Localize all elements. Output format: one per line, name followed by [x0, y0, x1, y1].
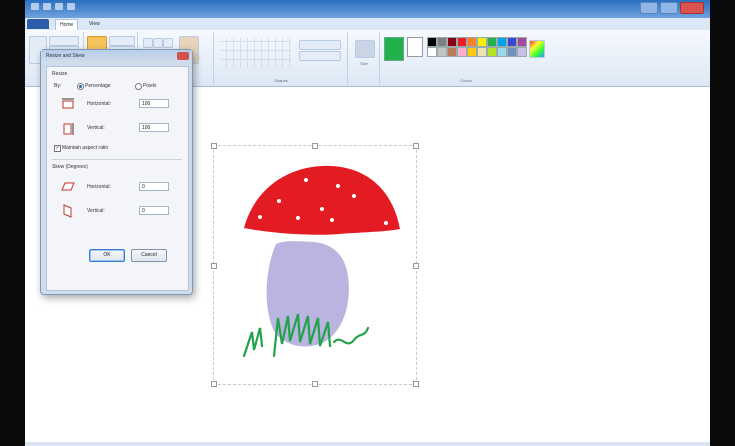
- skew-vertical-input[interactable]: 0: [139, 206, 169, 215]
- drawing-canvas[interactable]: [211, 143, 419, 387]
- color-swatch[interactable]: [517, 47, 527, 57]
- color-swatch[interactable]: [447, 47, 457, 57]
- color-swatch[interactable]: [487, 47, 497, 57]
- divider: [52, 159, 182, 160]
- size-button[interactable]: [355, 40, 375, 58]
- screen: Home View Shapes Size Colors Resize and …: [0, 0, 735, 446]
- paint-window: Home View Shapes Size Colors Resize and …: [25, 0, 710, 446]
- maintain-aspect-label: Maintain aspect ratio: [62, 145, 109, 151]
- undo-icon[interactable]: [55, 3, 63, 10]
- save-icon[interactable]: [43, 3, 51, 10]
- size-group: Size: [349, 32, 380, 84]
- color-swatch[interactable]: [427, 47, 437, 57]
- resize-vertical-icon: [63, 123, 74, 135]
- tab-home[interactable]: Home: [55, 19, 79, 30]
- maintain-aspect-checkbox[interactable]: ✓: [54, 145, 61, 152]
- left-border: [0, 0, 25, 446]
- resize-horizontal-icon: [62, 98, 74, 109]
- resize-handle[interactable]: [211, 381, 217, 387]
- pencil-icon[interactable]: [143, 38, 153, 48]
- size-label: Size: [360, 61, 368, 66]
- dialog-close-button[interactable]: [177, 52, 189, 60]
- color2-button[interactable]: [407, 37, 423, 57]
- color-swatch[interactable]: [447, 37, 457, 47]
- skew-horizontal-input[interactable]: 0: [139, 182, 169, 191]
- skew-section-label: Skew (Degrees): [52, 164, 88, 170]
- colors-group-label: Colors: [460, 78, 472, 83]
- resize-handle[interactable]: [413, 263, 419, 269]
- skew-vertical-icon: [63, 204, 72, 218]
- close-button[interactable]: [680, 2, 704, 14]
- cut-button[interactable]: [49, 36, 79, 46]
- color-swatch[interactable]: [467, 37, 477, 47]
- color-swatch[interactable]: [477, 37, 487, 47]
- ok-button[interactable]: OK: [89, 249, 125, 262]
- resize-handle[interactable]: [413, 381, 419, 387]
- pixels-label: Pixels: [143, 83, 157, 89]
- title-bar: [25, 0, 710, 18]
- color-swatch[interactable]: [497, 37, 507, 47]
- color-swatch[interactable]: [487, 37, 497, 47]
- shapes-group: Shapes: [215, 32, 348, 84]
- color-swatch[interactable]: [437, 37, 447, 47]
- color-swatch[interactable]: [427, 37, 437, 47]
- fill-icon[interactable]: [153, 38, 163, 48]
- by-label: By:: [54, 83, 62, 89]
- shapes-group-label: Shapes: [274, 78, 288, 83]
- color-swatch[interactable]: [477, 47, 487, 57]
- color-swatch[interactable]: [497, 47, 507, 57]
- resize-vertical-label: Vertical:: [87, 125, 105, 131]
- outline-button[interactable]: [299, 40, 341, 50]
- dialog-title: Resize and Skew: [41, 50, 192, 62]
- dialog-body: Resize By: Percentage Pixels Horizontal:…: [46, 66, 189, 291]
- minimize-button[interactable]: [640, 2, 658, 14]
- window-controls: [640, 2, 704, 14]
- color-swatch[interactable]: [507, 37, 517, 47]
- color-swatch[interactable]: [517, 37, 527, 47]
- crop-button[interactable]: [109, 36, 135, 46]
- resize-vertical-input[interactable]: 100: [139, 123, 169, 132]
- shapes-gallery[interactable]: [220, 38, 292, 68]
- edit-colors-button[interactable]: [529, 40, 545, 58]
- percentage-radio[interactable]: [77, 83, 84, 90]
- color-swatch[interactable]: [437, 47, 447, 57]
- skew-vertical-label: Vertical:: [87, 208, 105, 214]
- redo-icon[interactable]: [67, 3, 75, 10]
- mushroom-cap: [244, 165, 400, 235]
- resize-handle[interactable]: [413, 143, 419, 149]
- tab-view[interactable]: View: [85, 19, 104, 29]
- resize-handle[interactable]: [211, 263, 217, 269]
- cancel-button[interactable]: Cancel: [131, 249, 167, 262]
- text-icon[interactable]: [163, 38, 173, 48]
- quick-access-toolbar: [31, 3, 75, 10]
- resize-handle[interactable]: [211, 143, 217, 149]
- skew-horizontal-label: Horizontal:: [87, 184, 111, 190]
- resize-handle[interactable]: [312, 381, 318, 387]
- percentage-label: Percentage: [85, 83, 111, 89]
- colors-group: Colors: [381, 32, 551, 84]
- resize-handle[interactable]: [312, 143, 318, 149]
- mushroom-drawing: [242, 165, 400, 358]
- maximize-button[interactable]: [660, 2, 678, 14]
- paint-menu-button[interactable]: [27, 19, 49, 29]
- resize-horizontal-input[interactable]: 100: [139, 99, 169, 108]
- right-border: [710, 0, 735, 446]
- color-swatch[interactable]: [467, 47, 477, 57]
- color1-button[interactable]: [384, 37, 404, 61]
- fill-button[interactable]: [299, 51, 341, 61]
- resize-horizontal-label: Horizontal:: [87, 101, 111, 107]
- resize-section-label: Resize: [52, 71, 68, 77]
- status-bar: [25, 442, 710, 446]
- pixels-radio[interactable]: [135, 83, 142, 90]
- color-swatch[interactable]: [457, 37, 467, 47]
- color-swatch[interactable]: [507, 47, 517, 57]
- ribbon-tabs: Home View: [25, 18, 710, 30]
- app-menu-icon[interactable]: [31, 3, 39, 10]
- skew-horizontal-icon: [61, 182, 75, 191]
- color-swatch[interactable]: [457, 47, 467, 57]
- resize-skew-dialog: Resize and Skew Resize By: Percentage Pi…: [40, 49, 193, 295]
